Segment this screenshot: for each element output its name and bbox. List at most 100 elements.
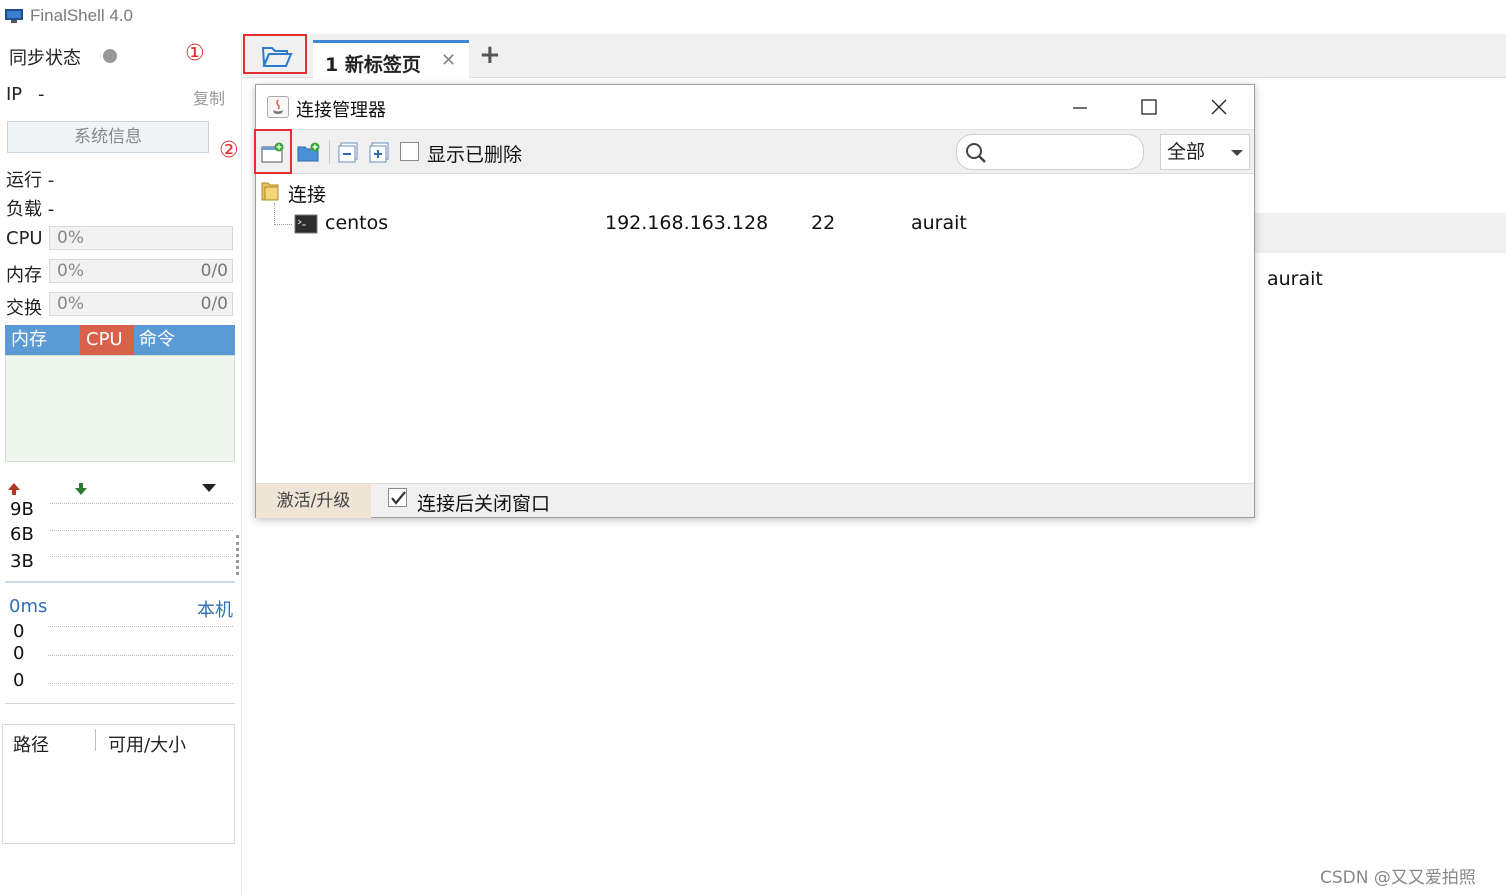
ping-host[interactable]: 本机 bbox=[197, 596, 233, 622]
ping-tick: 0 bbox=[13, 643, 25, 664]
maximize-button[interactable] bbox=[1129, 91, 1169, 123]
new-connection-icon bbox=[261, 142, 284, 163]
connection-list-header bbox=[1255, 213, 1506, 253]
tab-strip: 1 新标签页 ✕ + bbox=[243, 34, 1506, 78]
process-tabs: 内存 CPU 命令 bbox=[5, 325, 235, 355]
disk-header-size[interactable]: 可用/大小 bbox=[108, 731, 186, 757]
tree-folder-connections[interactable]: 连接 bbox=[288, 180, 326, 207]
memory-detail: 0/0 bbox=[200, 261, 228, 281]
swap-meter: 0% 0/0 bbox=[49, 292, 233, 316]
ping-tick: 0 bbox=[13, 621, 25, 642]
minimize-button[interactable] bbox=[1060, 91, 1100, 123]
close-after-connect-checkbox[interactable] bbox=[388, 488, 407, 507]
connection-row[interactable]: centos 192.168.163.128 22 aurait bbox=[292, 212, 1012, 238]
tab-new[interactable]: 1 新标签页 ✕ bbox=[313, 40, 469, 78]
net-scroll-handle[interactable] bbox=[236, 535, 239, 575]
maximize-icon bbox=[1141, 99, 1157, 115]
annotation-1: ① bbox=[185, 41, 205, 66]
tab-process-cpu[interactable]: CPU bbox=[80, 325, 134, 355]
ping-grid-line bbox=[48, 626, 233, 627]
title-bar: FinalShell 4.0 bbox=[0, 0, 1506, 34]
system-info-button[interactable]: 系统信息 bbox=[7, 121, 209, 153]
sync-status-dot bbox=[103, 49, 117, 63]
folder-open-icon bbox=[261, 47, 293, 67]
show-deleted-checkbox[interactable] bbox=[400, 142, 419, 161]
collapse-all-icon[interactable] bbox=[337, 141, 361, 163]
memory-label: 内存 bbox=[6, 265, 42, 286]
separator bbox=[5, 703, 235, 704]
connection-name: centos bbox=[325, 212, 389, 234]
load-label: 负载 - bbox=[6, 199, 55, 220]
filter-select[interactable]: 全部 bbox=[1160, 134, 1250, 170]
search-input[interactable] bbox=[956, 134, 1144, 170]
watermark: CSDN @又又爱拍照 bbox=[1320, 868, 1476, 888]
swap-value: 0% bbox=[57, 294, 84, 314]
uptime-label: 运行 - bbox=[6, 170, 55, 191]
annotation-2: ② bbox=[219, 138, 239, 163]
column-divider[interactable] bbox=[95, 729, 96, 751]
connection-user: aurait bbox=[911, 212, 967, 234]
toolbar-divider bbox=[329, 140, 330, 164]
cpu-value: 0% bbox=[57, 228, 84, 248]
cpu-meter: 0% bbox=[49, 226, 233, 250]
tab-process-memory[interactable]: 内存 bbox=[5, 325, 53, 355]
tab-label: 1 新标签页 bbox=[325, 54, 421, 76]
close-button[interactable] bbox=[1199, 91, 1239, 123]
new-folder-icon[interactable] bbox=[297, 141, 321, 163]
check-icon bbox=[391, 491, 406, 505]
ping-value: 0ms bbox=[9, 596, 48, 617]
terminal-icon bbox=[294, 214, 318, 234]
memory-meter: 0% 0/0 bbox=[49, 259, 233, 283]
connection-port: 22 bbox=[811, 212, 836, 234]
sync-status-label: 同步状态 bbox=[9, 48, 81, 69]
download-arrow-icon bbox=[75, 483, 87, 495]
ping-tick: 0 bbox=[13, 670, 25, 691]
app-icon bbox=[5, 9, 23, 23]
connection-host: 192.168.163.128 bbox=[605, 212, 769, 234]
net-tick-3b: 3B bbox=[10, 551, 34, 572]
net-grid-line bbox=[50, 503, 233, 504]
add-tab-button[interactable]: + bbox=[479, 40, 501, 70]
connection-tree: 连接 centos 192.168.163.128 22 aurait bbox=[256, 174, 1254, 483]
search-icon bbox=[966, 143, 986, 163]
ping-grid-line bbox=[48, 655, 233, 656]
open-connection-manager-button[interactable] bbox=[243, 34, 307, 74]
swap-label: 交换 bbox=[6, 298, 42, 319]
upload-arrow-icon bbox=[8, 483, 20, 495]
tree-line bbox=[274, 224, 292, 225]
copy-ip-link[interactable]: 复制 bbox=[193, 85, 225, 109]
app-title: FinalShell 4.0 bbox=[30, 6, 134, 25]
ping-grid-line bbox=[48, 683, 233, 684]
java-app-icon bbox=[267, 96, 289, 118]
tree-line bbox=[274, 203, 275, 225]
close-after-connect-label: 连接后关闭窗口 bbox=[417, 493, 551, 515]
folder-icon bbox=[261, 182, 279, 201]
background-user-cell: aurait bbox=[1267, 268, 1323, 290]
dialog-title: 连接管理器 bbox=[296, 100, 386, 121]
process-list bbox=[5, 355, 235, 462]
swap-detail: 0/0 bbox=[200, 294, 228, 314]
net-tick-9b: 9B bbox=[10, 499, 34, 520]
connection-manager-dialog: 连接管理器 显示已删除 全部 连接 centos 192.168.163.128… bbox=[254, 84, 1255, 518]
dialog-toolbar: 显示已删除 全部 bbox=[254, 129, 1254, 174]
tab-process-command[interactable]: 命令 bbox=[133, 325, 181, 355]
disk-table: 路径 可用/大小 bbox=[2, 724, 235, 844]
show-deleted-label: 显示已删除 bbox=[427, 144, 523, 166]
filter-value: 全部 bbox=[1167, 141, 1206, 163]
new-connection-button[interactable] bbox=[254, 129, 292, 174]
chevron-down-icon bbox=[1231, 150, 1243, 156]
dialog-title-bar[interactable]: 连接管理器 bbox=[256, 85, 1254, 129]
activate-upgrade-button[interactable]: 激活/升级 bbox=[256, 484, 371, 518]
network-dropdown-icon[interactable] bbox=[201, 482, 217, 494]
expand-all-icon[interactable] bbox=[368, 141, 392, 163]
cpu-label: CPU bbox=[6, 228, 43, 249]
finalshell-window: FinalShell 4.0 同步状态 ① IP - 复制 系统信息 ② 运行 … bbox=[0, 0, 1506, 895]
close-icon[interactable]: ✕ bbox=[441, 50, 456, 71]
disk-header-path[interactable]: 路径 bbox=[13, 731, 49, 757]
net-grid-line bbox=[50, 530, 233, 531]
net-tick-6b: 6B bbox=[10, 524, 34, 545]
minimize-icon bbox=[1073, 107, 1087, 109]
net-grid-line bbox=[50, 556, 233, 557]
close-icon bbox=[1211, 99, 1227, 115]
ip-value: - bbox=[38, 84, 45, 105]
